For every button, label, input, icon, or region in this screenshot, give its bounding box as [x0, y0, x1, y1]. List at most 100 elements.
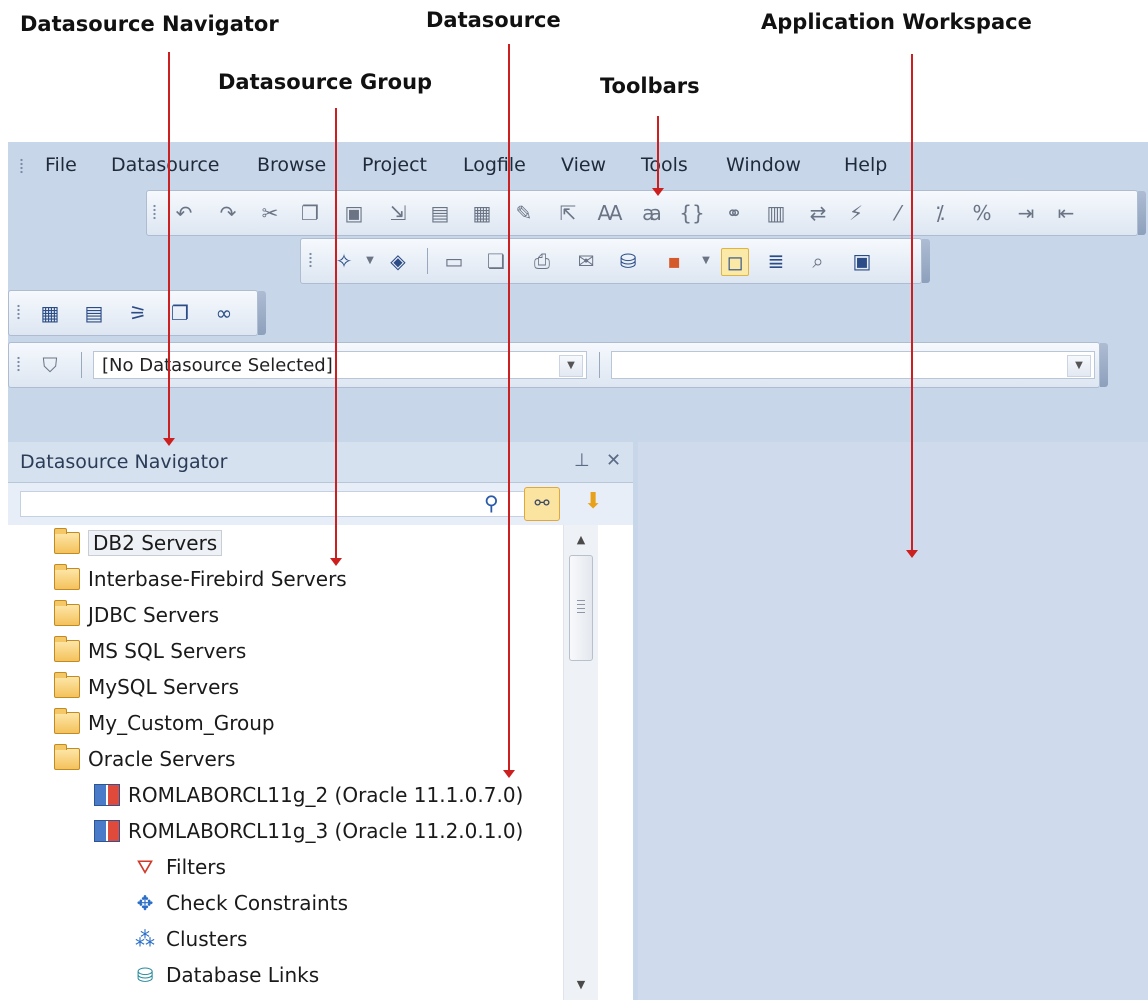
binoculars-icon[interactable]: ⚭: [721, 200, 747, 226]
object-select[interactable]: ▼: [611, 351, 1095, 379]
tree-item-filters[interactable]: ⛛ Filters: [132, 851, 226, 883]
window-icon[interactable]: ◻: [721, 248, 749, 276]
picture-icon[interactable]: ▦: [469, 200, 495, 226]
search-icon[interactable]: ⚲: [484, 491, 499, 515]
chevron-down-icon[interactable]: ▼: [1067, 355, 1091, 377]
undo-icon[interactable]: ↶: [171, 200, 197, 226]
toolbar-overflow[interactable]: [922, 239, 930, 283]
tree-item-mysql-servers[interactable]: MySQL Servers: [54, 671, 239, 703]
tree-item-clusters[interactable]: ⁂ Clusters: [132, 923, 247, 955]
toolbar-overflow[interactable]: [258, 291, 266, 335]
lightning-icon[interactable]: ⚡: [843, 200, 869, 226]
hierarchy-icon[interactable]: ⚞: [125, 300, 151, 326]
db-tool-icon[interactable]: ⛁: [615, 248, 641, 274]
indent-icon[interactable]: ⇥: [1013, 200, 1039, 226]
dropdown-arrow-icon[interactable]: ▼: [357, 248, 383, 274]
export-icon[interactable]: ⇱: [555, 200, 581, 226]
brace-icon[interactable]: {}: [679, 200, 705, 226]
menu-datasource[interactable]: Datasource: [111, 154, 219, 176]
scroll-thumb[interactable]: [569, 555, 593, 661]
scroll-up-icon[interactable]: ▲: [564, 525, 598, 555]
save-icon[interactable]: ▭: [441, 248, 467, 274]
list-view-icon[interactable]: ▤: [81, 300, 107, 326]
toolbar-overflow[interactable]: [1138, 191, 1146, 235]
menu-view[interactable]: View: [561, 154, 606, 176]
glasses-icon[interactable]: ∞: [211, 300, 237, 326]
menu-help[interactable]: Help: [844, 154, 887, 176]
pin-icon[interactable]: ⊥: [574, 450, 590, 471]
format-icon[interactable]: ▥: [763, 200, 789, 226]
save-all-icon[interactable]: ❏: [483, 248, 509, 274]
annotation-datasource-group: Datasource Group: [218, 70, 433, 94]
tree-item-database-links[interactable]: ⛁ Database Links: [132, 959, 320, 991]
import-icon[interactable]: ⇲: [385, 200, 411, 226]
tree-scrollbar[interactable]: ▲ ▼: [563, 525, 598, 1000]
scroll-down-icon[interactable]: ▼: [564, 970, 598, 1000]
lowercase-icon[interactable]: ꜳ: [639, 200, 665, 226]
replace-icon[interactable]: ⇄: [805, 200, 831, 226]
edit-icon[interactable]: ✎: [511, 200, 537, 226]
paste-icon[interactable]: ▣: [341, 200, 367, 226]
toolbar-overflow[interactable]: [1100, 343, 1108, 387]
tree-item-db2-servers[interactable]: DB2 Servers: [54, 527, 223, 559]
filter-icon[interactable]: ⛉: [37, 352, 63, 378]
menu-grip[interactable]: [20, 158, 23, 174]
toolbar-grip[interactable]: [17, 304, 20, 320]
navigator-toolbar: ▦ ▤ ⚞ ❐ ∞: [8, 290, 266, 336]
tree-item-interbase-firebird-servers[interactable]: Interbase-Firebird Servers: [54, 563, 347, 595]
menu-project[interactable]: Project: [362, 154, 427, 176]
redo-icon[interactable]: ↷: [215, 200, 241, 226]
tree-item-jdbc-servers[interactable]: JDBC Servers: [54, 599, 219, 631]
toolbar-grip[interactable]: [17, 356, 20, 372]
preview-icon[interactable]: ⌕: [805, 248, 831, 274]
uppercase-icon[interactable]: Ꜳ: [597, 200, 623, 226]
link-icon[interactable]: ⚯: [524, 487, 560, 521]
menu-logfile[interactable]: Logfile: [463, 154, 526, 176]
menu-window[interactable]: Window: [726, 154, 801, 176]
toolbar-separator: [599, 352, 600, 378]
list-icon[interactable]: ≣: [763, 248, 789, 274]
print-icon[interactable]: ⎙: [529, 248, 555, 274]
toolbar-grip[interactable]: [153, 204, 156, 220]
tree-item-check-constraints[interactable]: ✥ Check Constraints: [132, 887, 348, 919]
console-icon[interactable]: ▣: [849, 248, 875, 274]
comment-icon[interactable]: ⁄: [885, 200, 911, 226]
tree-item-label: JDBC Servers: [88, 603, 219, 627]
chevron-down-icon[interactable]: ▼: [559, 355, 583, 377]
mail-icon[interactable]: ✉: [573, 248, 599, 274]
menu-browse[interactable]: Browse: [257, 154, 326, 176]
tree-item-datasource[interactable]: ROMLABORCL11g_3 (Oracle 11.2.0.1.0): [94, 815, 523, 847]
tree-item-label: MS SQL Servers: [88, 639, 247, 663]
uncomment-icon[interactable]: ⁒: [927, 200, 953, 226]
dropdown-arrow-icon[interactable]: ▼: [693, 248, 719, 274]
arrow-down-icon[interactable]: ⬇: [584, 489, 602, 514]
tree-item-label: Oracle Servers: [88, 747, 236, 771]
folder-icon: [54, 743, 80, 770]
application-workspace: [638, 442, 1148, 1000]
navigator-title: Datasource Navigator: [20, 451, 228, 473]
tree-item-my-custom-group[interactable]: My_Custom_Group: [54, 707, 275, 739]
layout-icon[interactable]: ▪: [661, 248, 687, 274]
open-icon[interactable]: ◈: [385, 248, 411, 274]
menu-bar: File Datasource Browse Project Logfile V…: [8, 142, 1148, 188]
folder-icon: [54, 563, 80, 590]
clone-icon[interactable]: ❐: [167, 300, 193, 326]
tree-item-datasource[interactable]: ROMLABORCL11g_2 (Oracle 11.1.0.7.0): [94, 779, 523, 811]
menu-file[interactable]: File: [45, 154, 77, 176]
folder-icon: [54, 635, 80, 662]
tree-item-label: DB2 Servers: [88, 530, 223, 556]
tree-item-oracle-servers[interactable]: Oracle Servers: [54, 743, 235, 775]
outdent-icon[interactable]: ⇤: [1053, 200, 1079, 226]
toggle-comment-icon[interactable]: %: [969, 200, 995, 226]
navigator-search-input[interactable]: [20, 491, 532, 517]
cut-icon[interactable]: ✂: [257, 200, 283, 226]
close-icon[interactable]: ✕: [606, 450, 621, 471]
sql-icon[interactable]: ▤: [427, 200, 453, 226]
arrow-datasource-group: [330, 108, 342, 566]
tree-item-ms-sql-servers[interactable]: MS SQL Servers: [54, 635, 246, 667]
menu-tools[interactable]: Tools: [641, 154, 688, 176]
toolbar-grip[interactable]: [309, 252, 312, 268]
copy-icon[interactable]: ❐: [297, 200, 323, 226]
annotation-toolbars: Toolbars: [600, 74, 700, 98]
table-icon[interactable]: ▦: [37, 300, 63, 326]
